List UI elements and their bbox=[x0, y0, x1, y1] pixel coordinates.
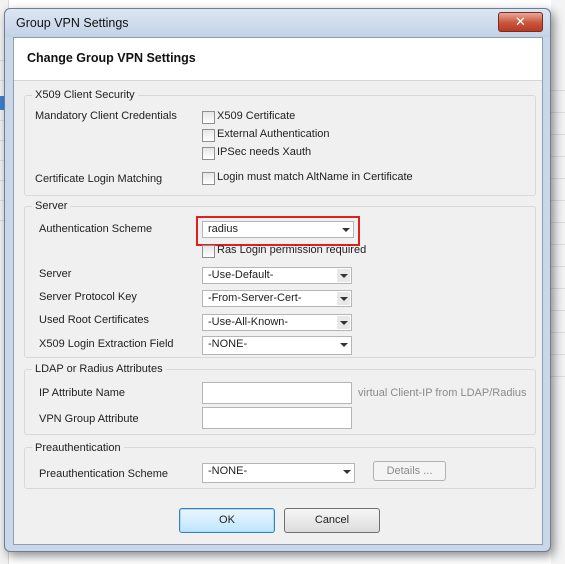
ipsec-xauth-label[interactable]: IPSec needs Xauth bbox=[217, 146, 311, 158]
mandatory-credentials-label: Mandatory Client Credentials bbox=[35, 110, 177, 122]
server-protocol-key-label: Server Protocol Key bbox=[39, 291, 137, 303]
ipsec-xauth-checkbox[interactable] bbox=[202, 147, 215, 160]
preauth-scheme-label: Preauthentication Scheme bbox=[39, 468, 169, 480]
altname-match-checkbox[interactable] bbox=[202, 172, 215, 185]
details-button[interactable]: Details ... bbox=[373, 461, 446, 481]
ip-attribute-hint: virtual Client-IP from LDAP/Radius bbox=[358, 387, 527, 399]
chevron-down-icon bbox=[337, 269, 350, 282]
x509-certificate-label[interactable]: X509 Certificate bbox=[217, 110, 295, 122]
preauth-scheme-value: -NONE- bbox=[208, 465, 248, 477]
authentication-scheme-label: Authentication Scheme bbox=[39, 223, 153, 235]
server-protocol-key-value: -From-Server-Cert- bbox=[208, 292, 302, 304]
chevron-down-icon bbox=[337, 338, 350, 351]
authentication-scheme-select[interactable]: radius bbox=[202, 221, 354, 238]
extraction-field-value: -NONE- bbox=[208, 338, 248, 350]
dialog-header: Change Group VPN Settings bbox=[14, 38, 542, 81]
certificate-login-matching-label: Certificate Login Matching bbox=[35, 173, 163, 185]
preauth-scheme-select[interactable]: -NONE- bbox=[202, 463, 355, 483]
dialog-titlebar[interactable]: Group VPN Settings ✕ bbox=[5, 9, 550, 37]
altname-match-label[interactable]: Login must match AltName in Certificate bbox=[217, 171, 413, 183]
x509-section-legend: X509 Client Security bbox=[32, 89, 138, 101]
server-select[interactable]: -Use-Default- bbox=[202, 267, 352, 284]
extraction-field-label: X509 Login Extraction Field bbox=[39, 338, 174, 350]
vpn-group-attribute-label: VPN Group Attribute bbox=[39, 413, 139, 425]
external-authentication-checkbox[interactable] bbox=[202, 129, 215, 142]
ras-login-checkbox[interactable] bbox=[202, 245, 215, 258]
chevron-down-icon bbox=[337, 292, 350, 305]
root-certificates-select[interactable]: -Use-All-Known- bbox=[202, 314, 352, 331]
ok-button[interactable]: OK bbox=[179, 508, 275, 533]
server-label: Server bbox=[39, 268, 72, 280]
dialog-heading: Change Group VPN Settings bbox=[27, 51, 196, 65]
group-vpn-settings-dialog: Group VPN Settings ✕ Change Group VPN Se… bbox=[4, 8, 551, 552]
preauth-section-legend: Preauthentication bbox=[32, 442, 124, 454]
server-value: -Use-Default- bbox=[208, 269, 274, 281]
cancel-button[interactable]: Cancel bbox=[284, 508, 380, 533]
close-icon: ✕ bbox=[515, 14, 526, 29]
ras-login-label[interactable]: Ras Login permission required bbox=[217, 244, 366, 256]
server-section-legend: Server bbox=[32, 200, 71, 212]
chevron-down-icon bbox=[339, 223, 352, 236]
vpn-group-attribute-input[interactable] bbox=[202, 407, 352, 429]
external-authentication-label[interactable]: External Authentication bbox=[217, 128, 330, 140]
ip-attribute-input[interactable] bbox=[202, 382, 352, 404]
extraction-field-select[interactable]: -NONE- bbox=[202, 336, 352, 355]
chevron-down-icon bbox=[340, 465, 353, 478]
authentication-scheme-value: radius bbox=[208, 223, 238, 235]
dialog-title: Group VPN Settings bbox=[16, 16, 129, 30]
server-protocol-key-select[interactable]: -From-Server-Cert- bbox=[202, 290, 352, 307]
ldap-section-legend: LDAP or Radius Attributes bbox=[32, 363, 166, 375]
chevron-down-icon bbox=[337, 316, 350, 329]
root-certificates-label: Used Root Certificates bbox=[39, 314, 150, 326]
dialog-body: Change Group VPN Settings X509 Client Se… bbox=[13, 37, 543, 545]
x509-certificate-checkbox[interactable] bbox=[202, 111, 215, 124]
close-button[interactable]: ✕ bbox=[498, 12, 543, 32]
root-certificates-value: -Use-All-Known- bbox=[208, 316, 289, 328]
ip-attribute-label: IP Attribute Name bbox=[39, 387, 126, 399]
background-app-right-edge bbox=[551, 0, 565, 564]
